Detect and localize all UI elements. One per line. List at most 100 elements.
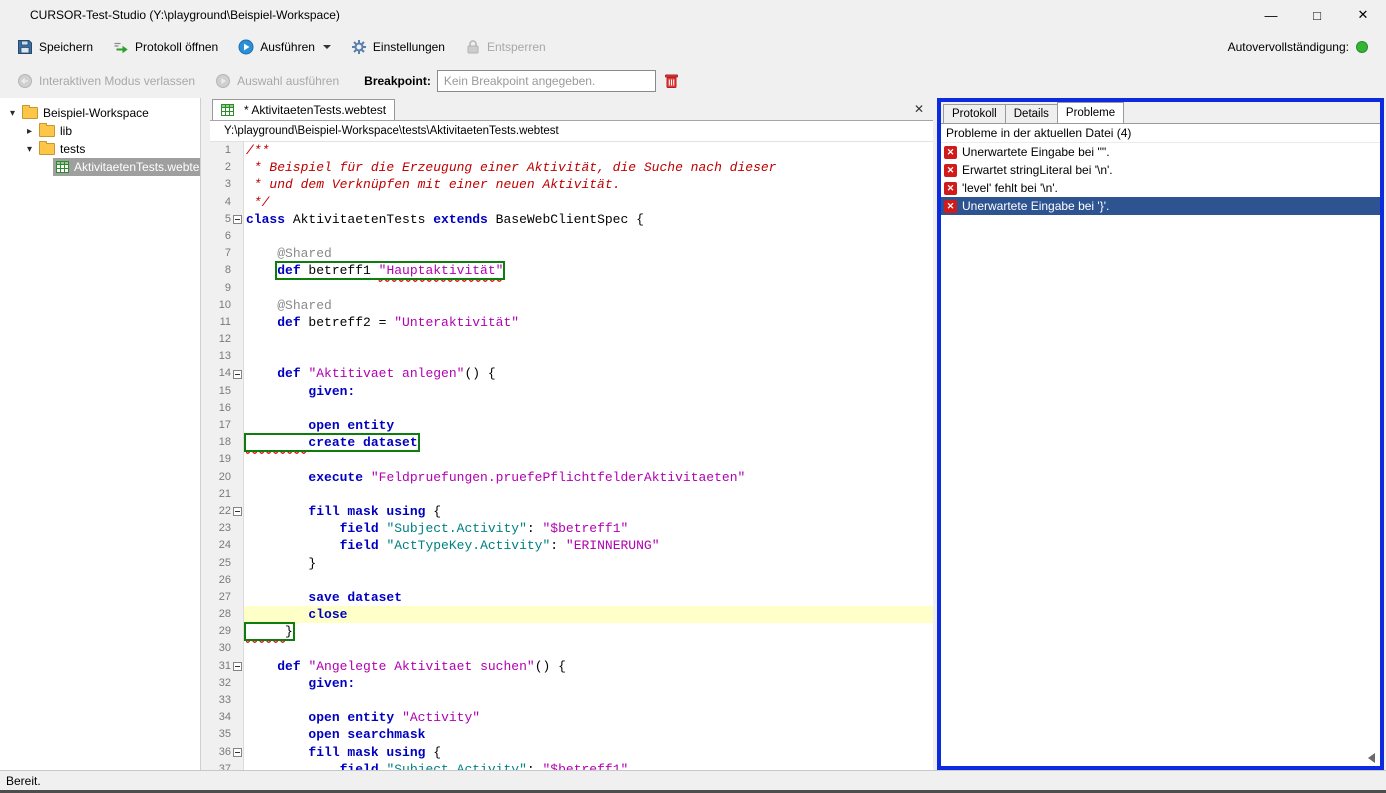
tree-item-aktivitaetentests-webtest[interactable]: AktivitaetenTests.webtest [0,158,200,176]
code-line-1[interactable]: 1/** [210,142,933,159]
code-text[interactable] [244,486,933,503]
code-text[interactable] [244,280,933,297]
problem-row-4[interactable]: ✕Unerwartete Eingabe bei '}'. [941,197,1380,215]
code-text[interactable]: create dataset [244,434,933,451]
tree-item-body[interactable]: Beispiel-Workspace [19,104,200,122]
code-text[interactable] [244,572,933,589]
problem-row-1[interactable]: ✕Unerwartete Eingabe bei '"'. [941,143,1380,161]
code-line-37[interactable]: 37 field "Subject.Activity": "$betreff1" [210,761,933,770]
code-line-9[interactable]: 9 [210,280,933,297]
code-text[interactable]: */ [244,194,933,211]
close-button[interactable]: ✕ [1340,0,1386,30]
fold-marker-icon[interactable] [233,748,242,757]
code-text[interactable]: def betreff2 = "Unteraktivität" [244,314,933,331]
code-line-35[interactable]: 35 open searchmask [210,726,933,743]
tree-item-body[interactable]: tests [36,140,200,158]
save-button[interactable]: Speichern [10,35,100,59]
fold-marker-icon[interactable] [233,370,242,379]
settings-button[interactable]: Einstellungen [344,35,452,59]
chevron-expanded-icon[interactable]: ▾ [6,108,19,119]
scroll-left-arrow-icon[interactable] [1368,753,1375,763]
code-text[interactable] [244,400,933,417]
code-text[interactable]: execute "Feldpruefungen.pruefePflichtfel… [244,469,933,486]
code-text[interactable] [244,228,933,245]
code-editor[interactable]: 1/**2 * Beispiel für die Erzeugung einer… [210,142,933,770]
tab-protokoll[interactable]: Protokoll [943,104,1006,123]
code-line-5[interactable]: 5class AktivitaetenTests extends BaseWeb… [210,211,933,228]
code-line-36[interactable]: 36 fill mask using { [210,744,933,761]
tab-details[interactable]: Details [1005,104,1058,123]
code-line-31[interactable]: 31 def "Angelegte Aktivitaet suchen"() { [210,658,933,675]
delete-breakpoint-button[interactable] [662,71,682,91]
code-line-12[interactable]: 12 [210,331,933,348]
code-line-2[interactable]: 2 * Beispiel für die Erzeugung einer Akt… [210,159,933,176]
code-line-8[interactable]: 8 def betreff1 "Hauptaktivität" [210,262,933,279]
code-line-7[interactable]: 7 @Shared [210,245,933,262]
code-line-15[interactable]: 15 given: [210,383,933,400]
code-line-34[interactable]: 34 open entity "Activity" [210,709,933,726]
tree-item-beispiel-workspace[interactable]: ▾Beispiel-Workspace [0,104,200,122]
code-line-30[interactable]: 30 [210,640,933,657]
open-log-button[interactable]: Protokoll öffnen [106,35,225,59]
code-text[interactable]: open entity "Activity" [244,709,933,726]
code-line-13[interactable]: 13 [210,348,933,365]
fold-marker-icon[interactable] [233,507,242,516]
code-line-18[interactable]: 18 create dataset [210,434,933,451]
code-text[interactable] [244,640,933,657]
code-text[interactable]: def "Aktitivaet anlegen"() { [244,365,933,382]
code-text[interactable]: given: [244,675,933,692]
code-line-29[interactable]: 29 } [210,623,933,640]
editor-tab[interactable]: * AktivitaetenTests.webtest [212,99,395,120]
code-text[interactable]: @Shared [244,245,933,262]
code-line-14[interactable]: 14 def "Aktitivaet anlegen"() { [210,365,933,382]
problem-row-3[interactable]: ✕'level' fehlt bei '\n'. [941,179,1380,197]
chevron-expanded-icon[interactable]: ▾ [23,144,36,155]
code-text[interactable]: * Beispiel für die Erzeugung einer Aktiv… [244,159,933,176]
code-line-26[interactable]: 26 [210,572,933,589]
code-line-32[interactable]: 32 given: [210,675,933,692]
tree-item-tests[interactable]: ▾tests [0,140,200,158]
code-line-4[interactable]: 4 */ [210,194,933,211]
code-text[interactable]: /** [244,142,933,159]
code-line-24[interactable]: 24 field "ActTypeKey.Activity": "ERINNER… [210,537,933,554]
code-line-21[interactable]: 21 [210,486,933,503]
chevron-collapsed-icon[interactable]: ▸ [23,126,36,137]
code-text[interactable]: def betreff1 "Hauptaktivität" [244,262,933,279]
code-text[interactable] [244,331,933,348]
code-text[interactable]: field "ActTypeKey.Activity": "ERINNERUNG… [244,537,933,554]
code-text[interactable]: * und dem Verknüpfen mit einer neuen Akt… [244,176,933,193]
breakpoint-input[interactable] [437,70,656,92]
code-line-11[interactable]: 11 def betreff2 = "Unteraktivität" [210,314,933,331]
code-line-17[interactable]: 17 open entity [210,417,933,434]
code-line-19[interactable]: 19 [210,451,933,468]
code-text[interactable]: def "Angelegte Aktivitaet suchen"() { [244,658,933,675]
code-text[interactable]: field "Subject.Activity": "$betreff1" [244,520,933,537]
code-text[interactable]: fill mask using { [244,503,933,520]
problem-row-2[interactable]: ✕Erwartet stringLiteral bei '\n'. [941,161,1380,179]
close-editor-icon[interactable]: ✕ [905,102,933,116]
code-text[interactable]: open entity [244,417,933,434]
code-line-10[interactable]: 10 @Shared [210,297,933,314]
code-line-3[interactable]: 3 * und dem Verknüpfen mit einer neuen A… [210,176,933,193]
tree-item-body[interactable]: lib [36,122,200,140]
tab-probleme[interactable]: Probleme [1057,102,1124,123]
code-text[interactable] [244,451,933,468]
code-text[interactable]: given: [244,383,933,400]
code-text[interactable]: class AktivitaetenTests extends BaseWebC… [244,211,933,228]
run-dropdown-caret-icon[interactable] [323,45,331,49]
fold-marker-icon[interactable] [233,662,242,671]
code-text[interactable]: } [244,623,933,640]
code-text[interactable]: field "Subject.Activity": "$betreff1" [244,761,933,770]
code-line-22[interactable]: 22 fill mask using { [210,503,933,520]
code-line-16[interactable]: 16 [210,400,933,417]
maximize-button[interactable]: □ [1294,0,1340,30]
code-text[interactable]: close [244,606,933,623]
code-line-23[interactable]: 23 field "Subject.Activity": "$betreff1" [210,520,933,537]
code-text[interactable] [244,692,933,709]
fold-marker-icon[interactable] [233,215,242,224]
code-text[interactable] [244,348,933,365]
code-line-28[interactable]: 28 close [210,606,933,623]
minimize-button[interactable]: — [1248,0,1294,30]
code-text[interactable]: fill mask using { [244,744,933,761]
run-button[interactable]: Ausführen [231,35,338,59]
